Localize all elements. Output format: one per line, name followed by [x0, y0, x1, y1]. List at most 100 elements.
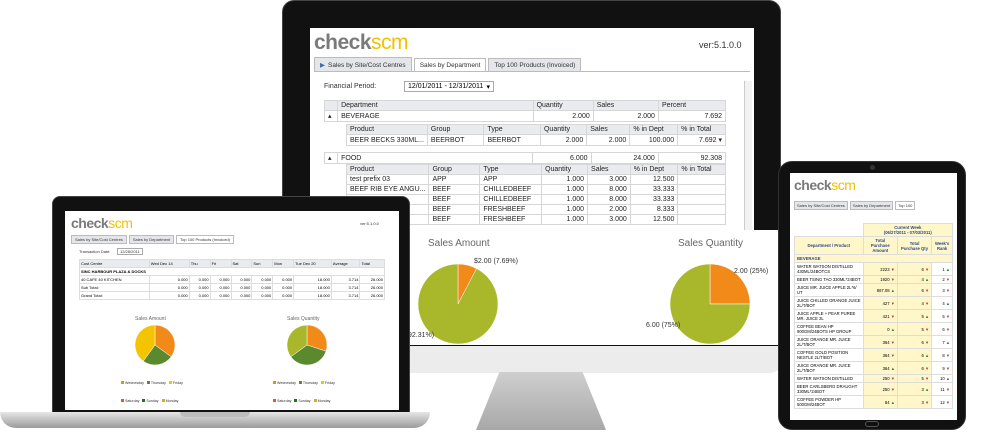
tab-sales-by-site[interactable]: ▶ Sales by Site/Cost Centres	[314, 57, 412, 72]
purchase-amount-value: 364	[882, 339, 890, 345]
table-row[interactable]: ▴ BEVERAGE 2.000 2.000 7.692	[323, 110, 727, 122]
table-row[interactable]: JUICE CHILLED ORANGE JUICE 2L/T/BOT 427 ▼…	[794, 296, 953, 310]
table-row[interactable]: WATER WATSON DISTILLED 250 ▼ 5 ▼ 10 ▲	[794, 374, 953, 383]
weeks-rank: 9 ▼	[931, 361, 953, 375]
table-row[interactable]: Grand Total: 0.000 0.000 0.000 0.000 0.000 0.0…	[79, 291, 385, 300]
tab-sales-by-department[interactable]: Sales by Department	[849, 201, 894, 210]
tab-top-100-products[interactable]: Top 100 Products (Invoiced)	[488, 58, 582, 72]
col-group: Group	[426, 124, 485, 135]
product-pct-total	[677, 214, 726, 225]
table-row[interactable]: BEER CARLSBERG DRAUGHT 330ML*24BOT 250 ▼ 3…	[794, 382, 953, 396]
weeks-rank: 2 ▼	[931, 275, 953, 284]
laptop-legend-1: Wednesday Thursday Friday Saturday Sunday Mon…	[121, 371, 201, 410]
col-pct-total: % in Total	[677, 124, 726, 135]
legend-swatch	[168, 381, 172, 384]
table-row[interactable]: JUICE ORANGE MR. JUICE 2L/T/BOT 364 ▼ 6 ▼ 7…	[794, 335, 953, 349]
group-row: BEVERAGE	[794, 254, 953, 263]
product-pct-total	[677, 204, 726, 215]
arrow-up-icon: ▲	[889, 399, 895, 405]
product-name-value: JUICE ORANGE MR. JUICE 2L/T/BOT	[797, 363, 851, 373]
product-type: FRESHBEEF	[479, 204, 543, 215]
col-product: Product	[345, 164, 430, 175]
tab-sales-by-department[interactable]: Sales by Department	[413, 58, 487, 72]
arrow-up-icon: ▲	[923, 313, 930, 319]
table-row[interactable]: BEEF RIB EYE ANGU... BEEF CHILLEDBEEF 1.…	[345, 184, 726, 195]
table-row[interactable]: COFFEE POWDER HP 500GM/24BOT 84 ▲ 3 ▼ 12 ▼	[794, 395, 953, 409]
weeks-rank: 3 ▼	[931, 283, 953, 297]
table-row[interactable]: COFFEE GOLD POSITION NESTLE 2L/T/BOT 364 …	[794, 348, 953, 362]
department-sales: 2.000	[592, 110, 659, 122]
product-type: CHILLEDBEEF	[479, 184, 543, 195]
product-name-value: JUICE MR. JUICE APPLE 2L*6/ UT	[797, 285, 857, 295]
camera-icon	[870, 165, 875, 170]
legend-item: Wednesday	[273, 381, 296, 385]
table-header-row: Department / Product Total Purchase Amou…	[794, 236, 953, 255]
monitor-stand	[476, 372, 606, 430]
table-row[interactable]: BEER TSING TAO 330ML*24BOT 1920 ▼ 4 ▲ 2 ▼	[794, 275, 953, 284]
purchase-amount: 867.08 ▲	[862, 283, 898, 297]
department-quantity: 6.000	[531, 152, 592, 164]
vertical-scrollbar[interactable]	[744, 81, 752, 231]
tab-sales-by-department[interactable]: Sales by Department	[128, 235, 175, 244]
product-sales: 2.000	[586, 134, 631, 146]
product-pct-dept: 100.000	[629, 134, 679, 146]
legend-item: Friday	[320, 381, 335, 385]
purchase-qty: 6 ▼	[896, 283, 933, 297]
product-pct-dept: 33.333	[629, 184, 679, 195]
laptop-screen: checkscm ver:5.1.0.0 Sales by Site/Cost …	[65, 211, 399, 410]
cost-centre-table: Cost Centre Wed Dec 14 Thu Fri Sat Sun Mon Tue …	[79, 259, 385, 300]
product-name: BEEF RIB EYE ANGU...	[345, 184, 430, 195]
table-row[interactable]: 40 CAFE 40 KITCHEN 0.000 0.000 0.000 0.000 0.…	[79, 275, 385, 284]
home-button[interactable]	[865, 421, 879, 427]
col-quantity: Quantity	[539, 124, 588, 135]
food-department-table: ▴ FOOD 6.000 24.000 92.308	[323, 152, 727, 164]
chevron-down-icon[interactable]: ▾	[718, 137, 722, 144]
legend-swatch	[298, 381, 302, 384]
purchase-amount: 1920 ▼	[862, 275, 898, 284]
product-name-value: BEER CARLSBERG DRAUGHT 330ML*24BOT	[797, 384, 858, 394]
arrow-up-icon: ▲	[889, 326, 895, 332]
purchase-amount: 421 ▼	[862, 309, 898, 323]
product-name: JUICE ORANGE MR. JUICE 2L/T/BOT	[794, 361, 864, 375]
col-sales: Sales	[587, 164, 631, 175]
product-type: FRESHBEEF	[479, 214, 543, 225]
arrow-up-icon: ▲	[944, 266, 950, 272]
purchase-amount-value: 1920	[880, 277, 890, 282]
tab-bar: Sales by Site/Cost Centres Sales by Depa…	[794, 201, 916, 210]
tab-sales-by-site[interactable]: Sales by Site/Cost Centres	[794, 201, 848, 210]
product-name: JUICE CHILLED ORANGE JUICE 2L/T/BOT	[794, 296, 864, 310]
table-row[interactable]: test prefix 03 APP APP 1.000 3.000 12.50…	[345, 174, 726, 185]
arrow-down-icon: ▼	[889, 352, 895, 358]
tab-top-100[interactable]: Top 100	[895, 201, 916, 210]
row-value: 0.000	[230, 283, 253, 292]
collapse-icon[interactable]: ▴	[323, 110, 339, 122]
tab-top-100-products[interactable]: Top 100 Products (Invoiced)	[176, 235, 234, 244]
table-row[interactable]: BEER BECKS 330ML... BEERBOT BEERBOT 2.00…	[346, 134, 726, 146]
purchase-amount: 84 ▲	[862, 395, 898, 409]
legend-item: Thursday	[298, 381, 318, 385]
table-row[interactable]: JUICE APPLE + PEAR PUREE MR. JUICE 2L 421…	[794, 309, 953, 323]
row-value: 18.000	[293, 291, 332, 300]
col-sales: Sales	[586, 124, 631, 135]
product-quantity: 1.000	[541, 204, 589, 215]
financial-period-select[interactable]: 12/01/2011 - 12/31/2011 ▾	[404, 81, 494, 92]
tab-sales-by-site[interactable]: Sales by Site/Cost Centres	[71, 235, 127, 244]
weeks-rank: 5 ▼	[931, 309, 953, 323]
product-name-value: COFFEE GOLD POSITION NESTLE 2L/T/BOT	[797, 350, 849, 360]
collapse-icon[interactable]: ▴	[323, 152, 339, 164]
purchase-amount: 427 ▼	[862, 296, 898, 310]
arrow-down-icon: ▼	[944, 313, 950, 319]
arrow-down-icon: ▼	[889, 277, 895, 282]
row-value: 0.000	[230, 291, 253, 300]
table-row[interactable]: COFFEE BEAN HP 900GM/24BOTS HP GROUP 0 ▲ 5…	[794, 322, 953, 336]
table-row[interactable]: JUICE MR. JUICE APPLE 2L*6/ UT 867.08 ▲ 6 …	[794, 283, 953, 297]
product-pct-dept: 33.333	[629, 194, 679, 205]
arrow-down-icon: ▼	[889, 386, 895, 392]
weeks-rank: 11 ▼	[931, 382, 953, 396]
table-row[interactable]: JUICE ORANGE MR. JUICE 2L/T/BOT 364 ▲ 6 ▼ 9…	[794, 361, 953, 375]
product-name-value: BEER TSING TAO 330ML*24BOT	[797, 277, 861, 282]
table-row[interactable]: ▴ FOOD 6.000 24.000 92.308	[323, 152, 727, 164]
table-row[interactable]: WATER WATSON DISTILLED 430ML/24BOTCS 2223…	[794, 262, 953, 276]
transaction-date-field[interactable]: 12/28/2011	[117, 248, 143, 255]
table-row[interactable]: Sub Total: 0.000 0.000 0.000 0.000 0.000 0.000…	[79, 283, 385, 292]
